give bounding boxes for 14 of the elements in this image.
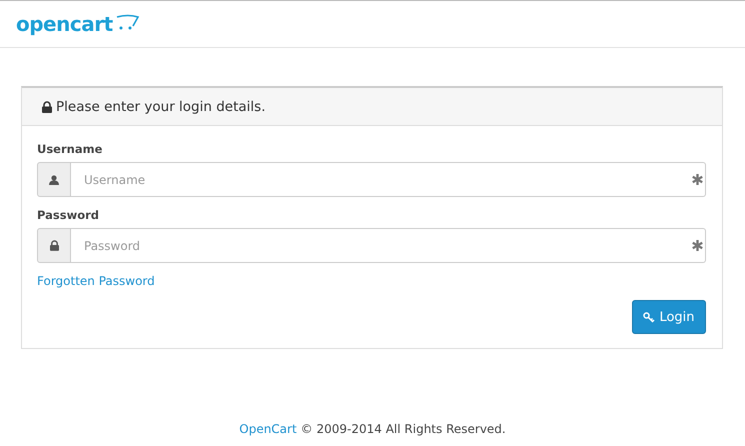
copyright-text: © 2009-2014 All Rights Reserved.	[300, 422, 506, 436]
input-field[interactable]: Password	[71, 228, 706, 263]
input-field[interactable]: Username	[71, 162, 706, 197]
key-icon	[643, 312, 656, 322]
forgotten-password-link[interactable]: Forgotten Password	[37, 274, 155, 288]
opencart-logo[interactable]: opencart	[16, 12, 140, 36]
lock-icon	[42, 100, 52, 112]
panel-title: Please enter your login details.	[56, 98, 266, 114]
opencart-link[interactable]: OpenCart	[239, 422, 297, 436]
login-button[interactable]: Login	[632, 300, 706, 334]
lock-icon	[50, 240, 58, 251]
user-icon	[49, 174, 59, 184]
field-label: Password	[37, 208, 100, 222]
field-label: Username	[37, 142, 104, 156]
